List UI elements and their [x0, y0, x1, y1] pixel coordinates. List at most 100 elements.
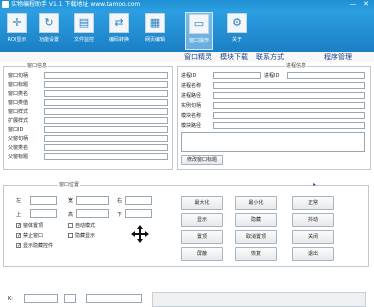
minimize-button[interactable]: —	[348, 0, 358, 9]
preview-panel	[152, 292, 366, 307]
toolbar-button-file-monitor[interactable]: ▤ 文件监控	[70, 12, 98, 50]
toolbar-label: 文件监控	[73, 37, 94, 43]
right-field[interactable]	[125, 196, 152, 205]
process-info-title: 进程信息	[285, 63, 308, 69]
window-info-title: 窗口信息	[26, 63, 49, 69]
height-field[interactable]	[76, 209, 109, 218]
window-id-field[interactable]	[44, 126, 168, 133]
toolbar-button-web-edit[interactable]: ▦ 网页编辑	[141, 12, 169, 50]
toolbar-label: ROI显示	[7, 37, 27, 43]
checkbox-icon	[68, 223, 73, 228]
k-field[interactable]	[24, 294, 58, 303]
cancel-topmost-button[interactable]: 取消置顶	[235, 230, 277, 244]
document-icon: ▤	[74, 13, 94, 33]
field-label: 窗口句柄	[8, 73, 29, 79]
width-label: 宽	[68, 198, 74, 204]
field-label: 进程路径	[181, 93, 202, 99]
toolbar-button-window-ops[interactable]: ▭ 窗口操作	[185, 12, 213, 50]
restore-button[interactable]: 恢复	[235, 247, 277, 261]
bottom-field[interactable]	[64, 294, 76, 303]
menu-bar: 窗口精灵 模块下载 联系方式 程序管理	[0, 52, 374, 62]
title-bar: 实物编程助手 V1.1 下载地址 www.tamoo.com — ✕	[0, 0, 374, 10]
menu-item-contact[interactable]: 联系方式	[256, 53, 284, 61]
menu-item-program-manage[interactable]: 程序管理	[324, 53, 352, 61]
module-name-field[interactable]	[213, 112, 365, 119]
window-value-field[interactable]	[44, 99, 168, 106]
menu-item-module-download[interactable]: 模块下载	[220, 53, 248, 61]
checkbox-icon: ✓	[16, 233, 22, 239]
toolbar-button-about[interactable]: ⚙ 关于	[223, 12, 251, 50]
modify-title-button[interactable]: 修改窗口标题	[181, 155, 223, 165]
window-style-field[interactable]	[44, 108, 168, 115]
toolbar-button-encoding[interactable]: ⇄ 编码转换	[105, 12, 133, 50]
convert-icon: ⇄	[109, 13, 129, 33]
checkbox-icon: ✓	[16, 223, 22, 229]
bottom-field[interactable]	[125, 209, 152, 218]
close-window-button[interactable]: 关闭	[292, 230, 334, 244]
parent-handle-field[interactable]	[44, 135, 168, 142]
field-label: 进程名称	[181, 83, 202, 89]
toolbar-label: 关于	[231, 37, 242, 43]
menu-item-window-spirit[interactable]: 窗口精灵	[184, 53, 212, 61]
ext-style-field[interactable]	[44, 117, 168, 124]
toolbar-button-roi[interactable]: ✛ ROI显示	[3, 12, 31, 50]
toolbar-button-function[interactable]: ↻ 功能设置	[35, 12, 63, 50]
toolbar-label: 编码转换	[108, 37, 129, 43]
app-icon	[2, 1, 9, 8]
checkbox-icon	[68, 233, 73, 238]
left-field[interactable]	[30, 196, 57, 205]
hide-button[interactable]: 隐藏	[235, 213, 277, 227]
toolbar-label: 功能设置	[38, 37, 59, 43]
gear-icon: ⚙	[227, 13, 247, 33]
field-label: 进程ID	[181, 73, 197, 79]
parent-class-field[interactable]	[44, 144, 168, 151]
field-label: 模块路径	[181, 123, 202, 129]
move-crosshair-icon[interactable]	[130, 224, 150, 244]
expand-icon[interactable]: ▸	[313, 181, 316, 188]
checkbox-icon: ✓	[16, 243, 22, 249]
show-button[interactable]: 显示	[181, 213, 223, 227]
parent-title-field[interactable]	[44, 153, 168, 160]
close-button[interactable]: ✕	[361, 0, 371, 9]
maximize-button[interactable]: 最大化	[181, 196, 223, 210]
top-field[interactable]	[30, 209, 57, 218]
topmost-checkbox[interactable]: ✓ 窗体置顶	[16, 223, 43, 230]
hide-show-checkbox[interactable]: 隐藏显示	[68, 233, 95, 240]
instance-handle-field[interactable]	[213, 102, 365, 109]
bottom-wide-field[interactable]	[86, 294, 142, 303]
field-label: 父窗类名	[8, 145, 29, 151]
process-path-field[interactable]	[213, 92, 365, 99]
webpage-icon: ▦	[145, 13, 165, 33]
field-label: 父窗句柄	[8, 136, 29, 142]
thread-id-field[interactable]	[287, 72, 365, 79]
set-topmost-button[interactable]: 置顶	[181, 230, 223, 244]
left-label: 左	[16, 198, 22, 204]
bottom-label: 下	[117, 212, 123, 218]
block-button[interactable]: 屏蔽	[181, 247, 223, 261]
toolbar-label: 网页编辑	[144, 37, 165, 43]
minimize-window-button[interactable]: 最小化	[235, 196, 277, 210]
exit-button[interactable]: 退出	[292, 247, 334, 261]
width-field[interactable]	[76, 196, 109, 205]
window-position-title: 窗口位置	[58, 182, 81, 188]
process-name-field[interactable]	[213, 82, 365, 89]
show-hidden-controls-checkbox[interactable]: ✓ 显示隐藏控件	[16, 243, 53, 250]
window-title-field[interactable]	[44, 81, 168, 88]
top-label: 上	[16, 212, 22, 218]
toolbar: ✛ ROI显示 ↻ 功能设置 ▤ 文件监控 ⇄ 编码转换 ▦ 网页编辑 ▭ 窗口…	[0, 10, 374, 52]
toolbar-label: 窗口操作	[188, 38, 209, 44]
extra-info-box[interactable]	[181, 132, 365, 152]
field-label: 窗口ID	[8, 127, 24, 133]
module-path-field[interactable]	[213, 122, 365, 129]
window-handle-field[interactable]	[44, 72, 168, 79]
process-id-field[interactable]	[213, 72, 261, 79]
window-class-field[interactable]	[44, 90, 168, 97]
disable-window-checkbox[interactable]: ✓ 禁止窗口	[16, 233, 43, 240]
field-label: 模块名称	[181, 113, 202, 119]
field-label: 实例句柄	[181, 103, 202, 109]
shake-button[interactable]: 抖动	[292, 213, 334, 227]
right-label: 右	[117, 198, 123, 204]
normal-button[interactable]: 正常	[292, 196, 334, 210]
refresh-icon: ↻	[39, 13, 59, 33]
auto-mode-checkbox[interactable]: 自动模式	[68, 223, 95, 230]
